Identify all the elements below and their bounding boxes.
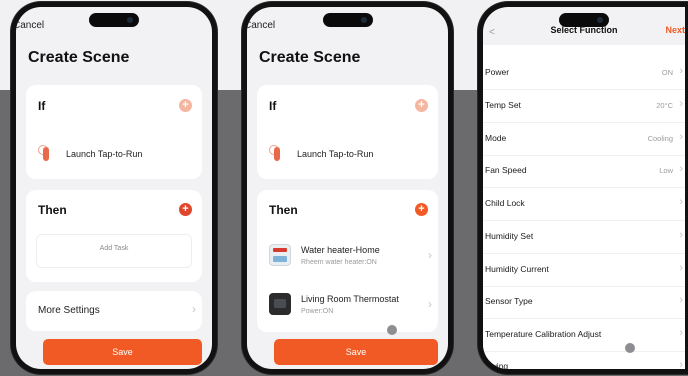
chevron-right-icon: › [679, 359, 683, 369]
function-row-sensor-type[interactable]: Sensor Type › [483, 286, 685, 319]
function-label: Mode [485, 133, 507, 143]
next-button[interactable]: Next [665, 25, 685, 35]
chevron-right-icon: › [679, 327, 683, 339]
function-label: Humidity Current [485, 264, 549, 274]
then-heading: Then [38, 203, 67, 217]
assistive-touch-dot[interactable] [387, 325, 397, 335]
camera-icon [597, 17, 603, 23]
dynamic-island [322, 13, 373, 27]
save-button[interactable]: Save [43, 339, 202, 365]
function-row-mode[interactable]: Mode Cooling › [483, 123, 685, 156]
phone-2-screen: Cancel Create Scene If + Launch Tap-to-R… [247, 7, 448, 369]
function-label: Fan Speed [485, 165, 527, 175]
task-name: Living Room Thermostat [301, 294, 399, 304]
chevron-right-icon: › [679, 229, 683, 241]
add-condition-icon[interactable]: + [415, 99, 428, 112]
phone-1: Cancel Create Scene If + Launch Tap-to-R… [11, 2, 217, 374]
phone-2: Cancel Create Scene If + Launch Tap-to-R… [242, 2, 453, 374]
tap-to-run-icon [38, 145, 54, 163]
function-label: Temp Set [485, 100, 521, 110]
camera-icon [360, 17, 367, 23]
chevron-right-icon: › [679, 163, 683, 175]
function-row-child-lock[interactable]: Child Lock › [483, 188, 685, 221]
thermostat-icon [269, 293, 291, 315]
water-heater-icon [269, 244, 291, 266]
function-value: 20°C [656, 101, 673, 110]
chevron-right-icon: › [679, 131, 683, 143]
add-task-button[interactable]: Add Task [36, 234, 192, 268]
cancel-button[interactable]: Cancel [16, 20, 44, 31]
task-detail: Power:ON [301, 308, 334, 315]
task-detail: Rheem water heater:ON [301, 259, 377, 266]
chevron-right-icon: › [679, 262, 683, 274]
function-label: Child Lock [485, 198, 525, 208]
add-task-plus-icon[interactable]: + [415, 203, 428, 216]
cancel-button[interactable]: Cancel [247, 20, 275, 31]
if-card: If + Launch Tap-to-Run [257, 85, 438, 179]
if-heading: If [38, 99, 46, 113]
camera-icon [127, 17, 133, 23]
if-card: If + Launch Tap-to-Run [26, 85, 202, 179]
tap-to-run-icon [269, 145, 285, 163]
add-task-label: Add Task [99, 245, 129, 252]
function-row-humidity-current[interactable]: Humidity Current › [483, 254, 685, 287]
function-row-temperature-calibration[interactable]: Temperature Calibration Adjust › [483, 319, 685, 352]
dynamic-island [89, 13, 139, 27]
trigger-label[interactable]: Launch Tap-to-Run [297, 149, 373, 159]
more-settings-row[interactable]: More Settings › [26, 291, 202, 331]
function-row-temp-set[interactable]: Temp Set 20°C › [483, 90, 685, 123]
chevron-right-icon: › [679, 196, 683, 208]
phone-3-screen: < Select Function Next Power ON › Temp S… [483, 7, 685, 369]
add-task-plus-icon[interactable]: + [179, 203, 192, 216]
chevron-right-icon: › [428, 297, 432, 311]
chevron-right-icon: › [679, 98, 683, 110]
page-title: Create Scene [28, 49, 130, 66]
phone-3: < Select Function Next Power ON › Temp S… [478, 2, 688, 374]
chevron-right-icon: › [192, 302, 196, 316]
page-title: Create Scene [259, 49, 361, 66]
then-card: Then + Add Task [26, 190, 202, 282]
function-label: Humidity Set [485, 231, 534, 241]
function-row-fan-speed[interactable]: Fan Speed Low › [483, 155, 685, 188]
function-row-power[interactable]: Power ON › [483, 57, 685, 90]
function-row-swing[interactable]: Swing › [483, 351, 685, 369]
more-settings-label: More Settings [38, 305, 100, 316]
function-list: Power ON › Temp Set 20°C › Mode Cooling … [483, 45, 685, 369]
phone-1-screen: Cancel Create Scene If + Launch Tap-to-R… [16, 7, 212, 369]
function-value: Low [659, 166, 673, 175]
function-row-humidity-set[interactable]: Humidity Set › [483, 221, 685, 254]
function-label: Temperature Calibration Adjust [485, 329, 602, 339]
chevron-right-icon: › [679, 65, 683, 77]
save-button[interactable]: Save [274, 339, 438, 365]
function-label: Power [485, 67, 510, 77]
page-title: Select Function [550, 25, 618, 35]
if-heading: If [269, 99, 277, 113]
then-card: Then + Water heater-Home Rheem water hea… [257, 190, 438, 332]
assistive-touch-dot[interactable] [625, 343, 635, 353]
add-condition-icon[interactable]: + [179, 99, 192, 112]
function-label: Swing [485, 361, 509, 369]
function-value: Cooling [647, 134, 673, 143]
trigger-label[interactable]: Launch Tap-to-Run [66, 149, 142, 159]
function-value: ON [661, 68, 673, 77]
then-heading: Then [269, 203, 298, 217]
task-name: Water heater-Home [301, 245, 380, 255]
chevron-right-icon: › [428, 248, 432, 262]
chevron-right-icon: › [679, 294, 683, 306]
function-label: Sensor Type [485, 296, 533, 306]
